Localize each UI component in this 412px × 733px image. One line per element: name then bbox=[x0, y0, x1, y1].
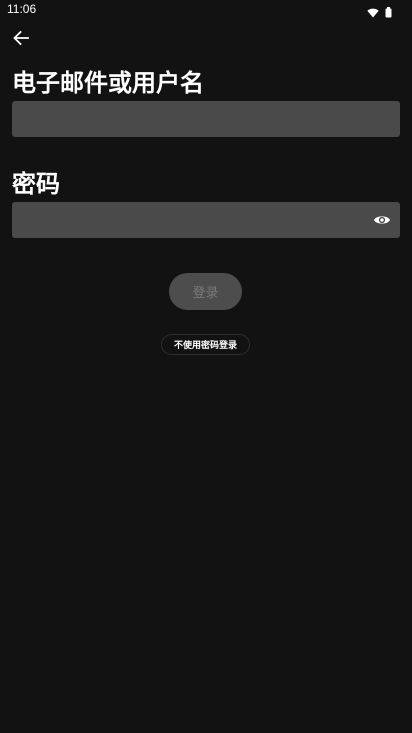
password-field[interactable] bbox=[12, 202, 400, 238]
eye-icon bbox=[373, 211, 391, 230]
email-field-container bbox=[12, 101, 400, 137]
password-field-container bbox=[12, 202, 400, 238]
wifi-icon bbox=[367, 3, 379, 22]
password-label: 密码 bbox=[12, 170, 60, 198]
status-bar: 11:06 bbox=[0, 0, 412, 18]
arrow-left-icon bbox=[12, 29, 30, 51]
email-field[interactable] bbox=[12, 101, 400, 137]
status-time: 11:06 bbox=[7, 2, 37, 16]
passwordless-login-button[interactable]: 不使用密码登录 bbox=[161, 334, 250, 355]
back-button[interactable] bbox=[8, 28, 34, 52]
email-label: 电子邮件或用户名 bbox=[12, 69, 204, 97]
login-button[interactable]: 登录 bbox=[169, 273, 242, 310]
status-icons bbox=[367, 3, 392, 22]
show-password-button[interactable] bbox=[372, 211, 392, 229]
battery-icon bbox=[385, 3, 392, 22]
